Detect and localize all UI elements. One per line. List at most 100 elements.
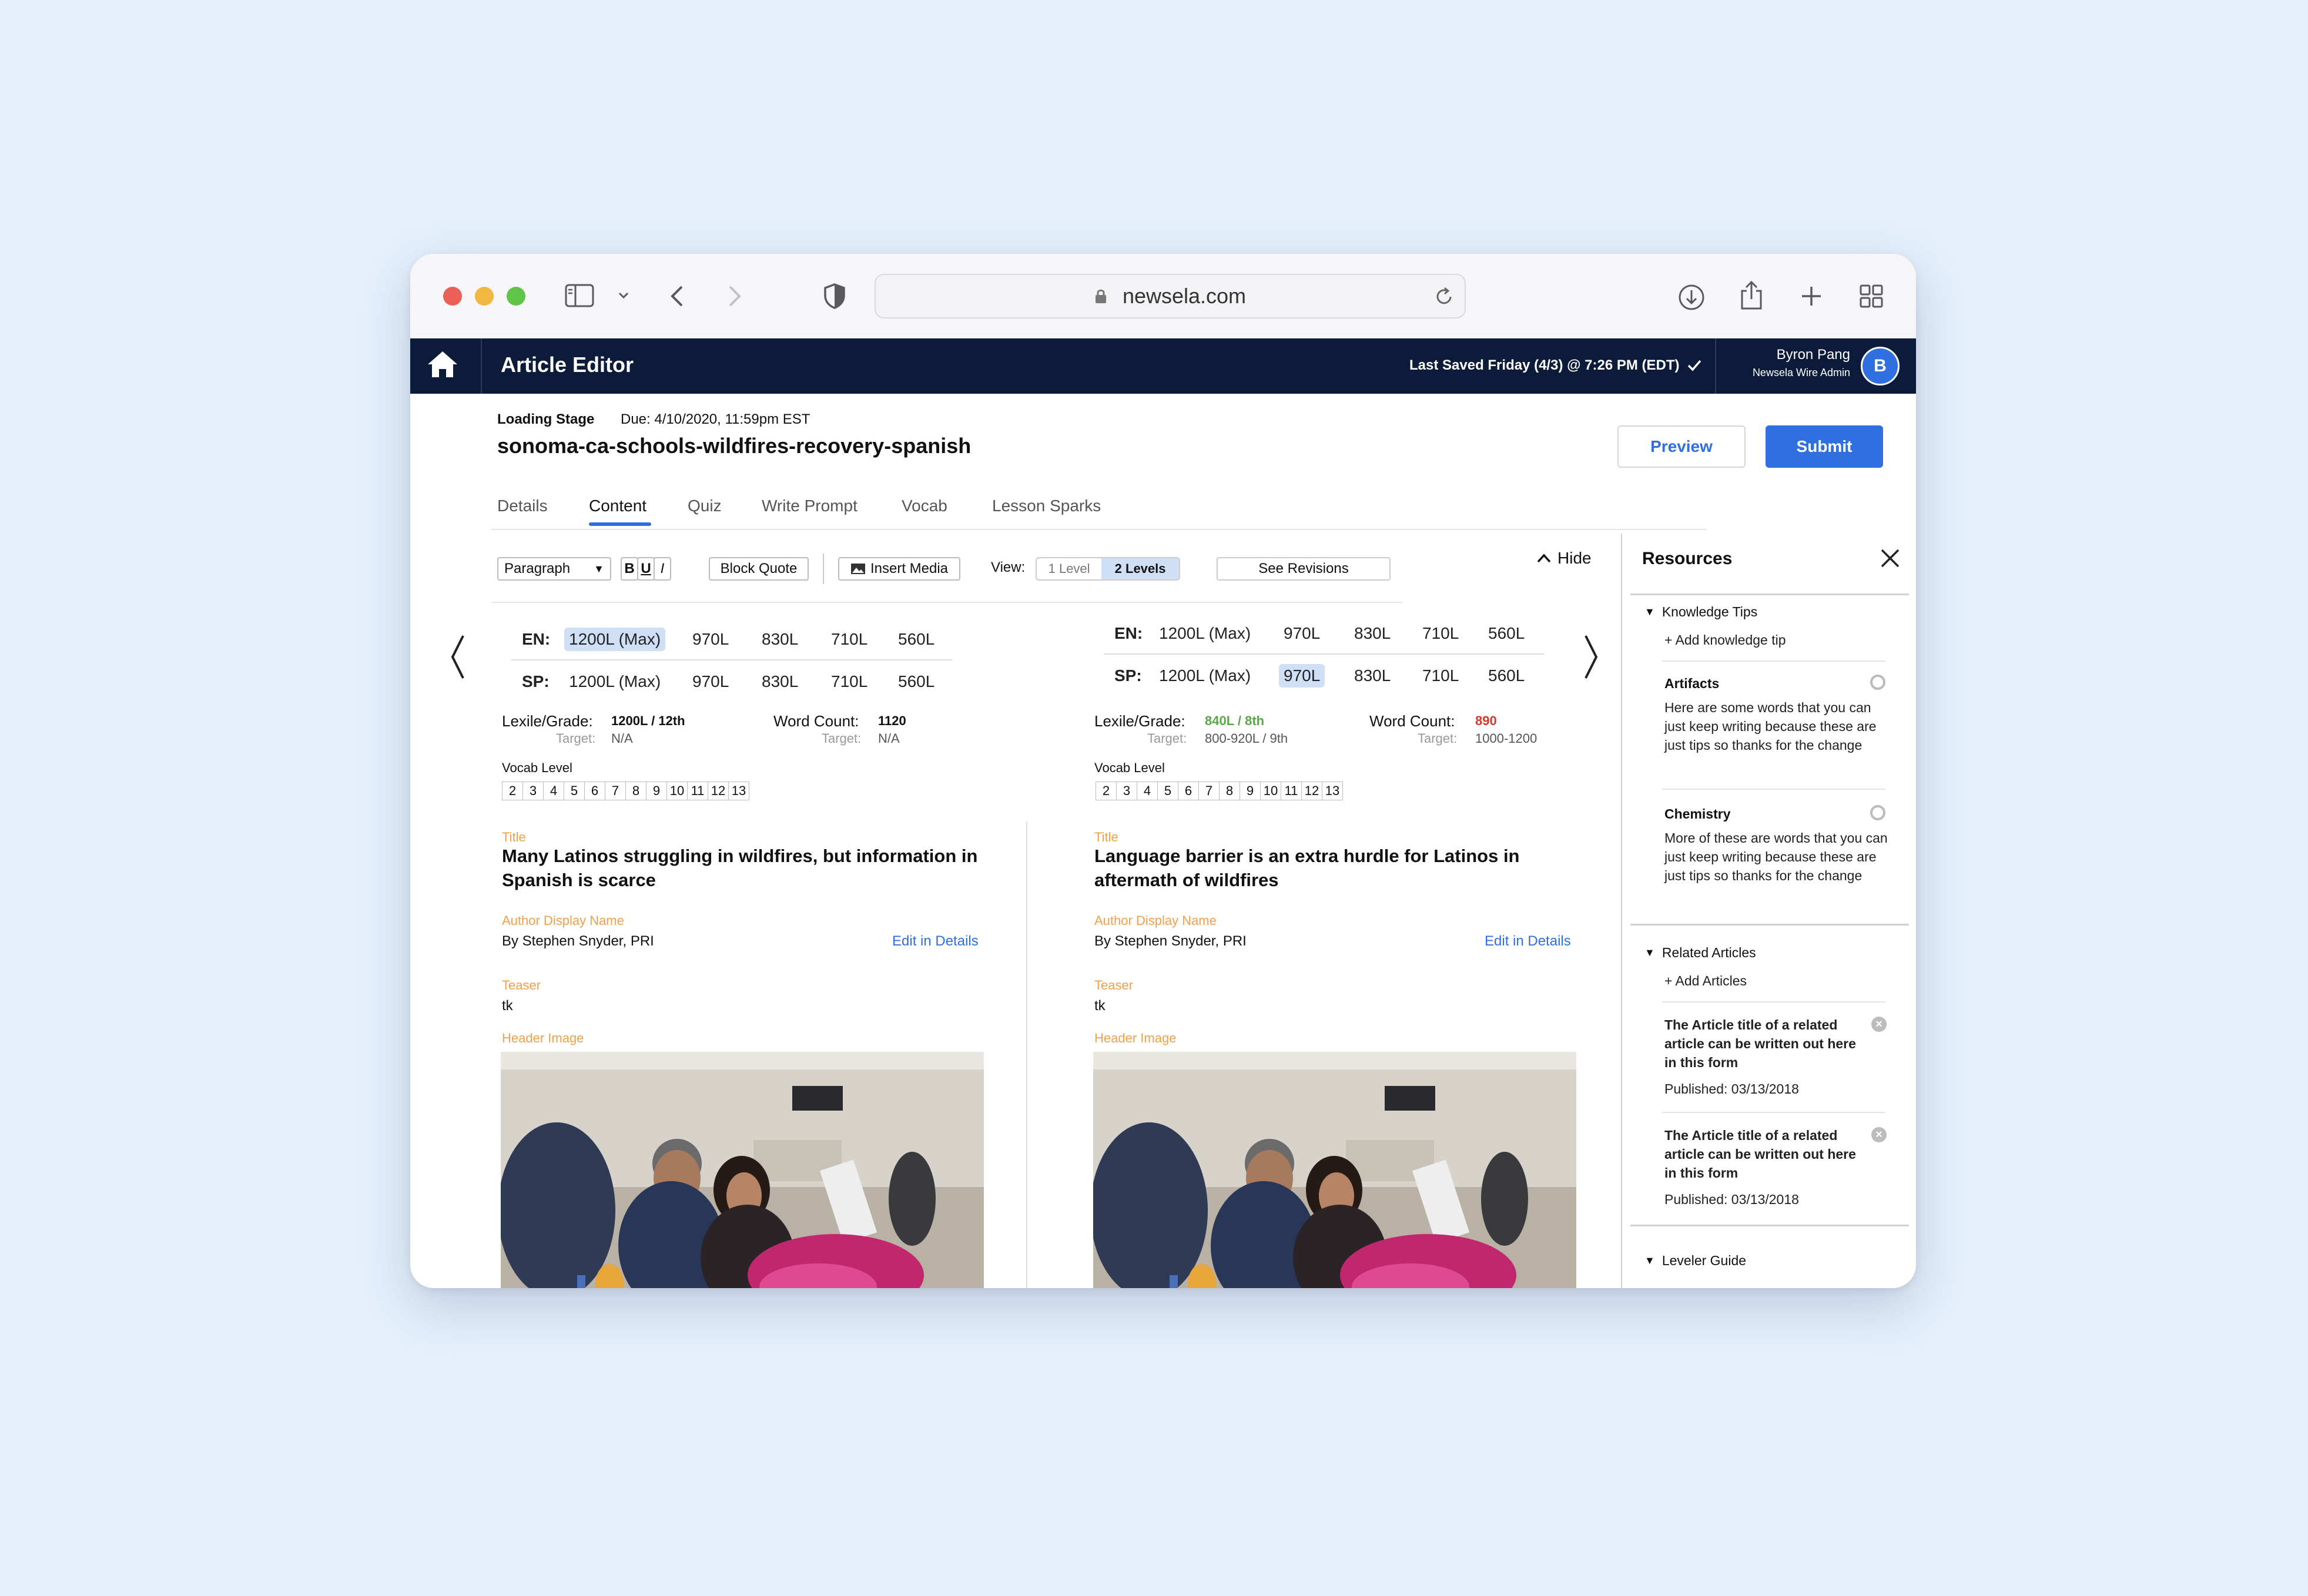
vocab-level-option[interactable]: 4	[1137, 782, 1158, 800]
shield-icon[interactable]	[822, 282, 848, 310]
tab-details[interactable]: Details	[497, 497, 548, 515]
level-option[interactable]: 970L	[692, 672, 729, 691]
tab-content[interactable]: Content	[589, 497, 646, 515]
remove-article-icon[interactable]: ×	[1871, 1017, 1887, 1032]
previous-level-arrow-icon[interactable]	[449, 633, 465, 683]
download-icon[interactable]	[1677, 283, 1706, 311]
vocab-level-option[interactable]: 12	[1301, 782, 1322, 800]
level-option[interactable]: 710L	[831, 630, 867, 649]
chevron-down-icon[interactable]	[617, 289, 630, 302]
level-option[interactable]: 830L	[1354, 624, 1391, 643]
tab-quiz[interactable]: Quiz	[688, 497, 722, 515]
vocab-level-option[interactable]: 7	[605, 782, 626, 800]
vocab-level-option[interactable]: 4	[543, 782, 564, 800]
reload-icon[interactable]	[1434, 287, 1454, 307]
level-option[interactable]: 1200L (Max)	[564, 628, 666, 651]
related-articles-header[interactable]: ▼ Related Articles	[1644, 945, 1756, 961]
level-option[interactable]: 970L	[692, 630, 729, 649]
level-option[interactable]: 560L	[1488, 666, 1525, 685]
remove-article-icon[interactable]: ×	[1871, 1127, 1887, 1142]
next-level-arrow-icon[interactable]	[1583, 633, 1600, 683]
insert-media-button[interactable]: Insert Media	[838, 557, 960, 581]
edit-in-details-link[interactable]: Edit in Details	[892, 933, 979, 950]
vocab-level-option[interactable]: 8	[1219, 782, 1240, 800]
share-icon[interactable]	[1738, 280, 1764, 311]
vocab-level-option[interactable]: 6	[584, 782, 605, 800]
gear-icon[interactable]	[1870, 675, 1885, 690]
add-articles-link[interactable]: + Add Articles	[1664, 973, 1747, 989]
tab-write-prompt[interactable]: Write Prompt	[762, 497, 857, 515]
article-title[interactable]: Many Latinos struggling in wildfires, bu…	[502, 844, 984, 892]
vocab-level-option[interactable]: 3	[522, 782, 544, 800]
vocab-level-option[interactable]: 7	[1198, 782, 1220, 800]
level-option[interactable]: 1200L (Max)	[1159, 666, 1251, 685]
add-knowledge-tip-link[interactable]: + Add knowledge tip	[1664, 632, 1786, 648]
article-title[interactable]: Language barrier is an extra hurdle for …	[1094, 844, 1576, 892]
level-option[interactable]: 560L	[1488, 624, 1525, 643]
vocab-level-option[interactable]: 5	[1157, 782, 1178, 800]
teaser-text[interactable]: tk	[502, 998, 513, 1014]
vocab-level-option[interactable]: 13	[728, 782, 749, 800]
related-article-title[interactable]: The Article title of a related article c…	[1664, 1126, 1864, 1182]
avatar[interactable]: B	[1861, 347, 1900, 385]
gear-icon[interactable]	[1870, 805, 1885, 820]
vocab-level-option[interactable]: 9	[646, 782, 667, 800]
level-option[interactable]: 710L	[831, 672, 867, 691]
header-image[interactable]	[1093, 1052, 1576, 1288]
italic-button[interactable]: I	[654, 557, 671, 581]
level-option[interactable]: 710L	[1422, 624, 1459, 643]
back-icon[interactable]	[666, 283, 688, 309]
paragraph-select[interactable]: Paragraph ▼	[497, 557, 611, 581]
vocab-level-option[interactable]: 8	[625, 782, 646, 800]
see-revisions-button[interactable]: See Revisions	[1217, 557, 1391, 581]
knowledge-tips-header[interactable]: ▼ Knowledge Tips	[1644, 604, 1757, 620]
underline-button[interactable]: U	[637, 557, 655, 581]
vocab-level-option[interactable]: 3	[1116, 782, 1137, 800]
view-2-levels-button[interactable]: 2 Levels	[1101, 558, 1179, 579]
tab-vocab[interactable]: Vocab	[902, 497, 947, 515]
vocab-level-option[interactable]: 10	[1260, 782, 1281, 800]
forward-icon[interactable]	[724, 283, 745, 309]
teaser-text[interactable]: tk	[1094, 998, 1106, 1014]
block-quote-button[interactable]: Block Quote	[709, 557, 809, 581]
related-article-title[interactable]: The Article title of a related article c…	[1664, 1015, 1864, 1072]
vocab-level-option[interactable]: 12	[708, 782, 729, 800]
level-option[interactable]: 710L	[1422, 666, 1459, 685]
level-option[interactable]: 970L	[1284, 624, 1320, 643]
header-image[interactable]	[501, 1052, 984, 1288]
address-bar[interactable]: newsela.com	[875, 274, 1466, 318]
home-icon[interactable]	[426, 349, 460, 383]
level-option[interactable]: 970L	[1279, 664, 1325, 688]
vocab-level-option[interactable]: 2	[1096, 782, 1117, 800]
bold-button[interactable]: B	[621, 557, 638, 581]
leveler-guide-header[interactable]: ▼ Leveler Guide	[1644, 1253, 1746, 1269]
vocab-level-option[interactable]: 2	[502, 782, 523, 800]
level-option[interactable]: 560L	[898, 630, 934, 649]
vocab-level-option[interactable]: 6	[1178, 782, 1199, 800]
close-window-icon[interactable]	[443, 287, 462, 306]
vocab-level-option[interactable]: 13	[1322, 782, 1343, 800]
level-option[interactable]: 830L	[762, 672, 798, 691]
zoom-window-icon[interactable]	[507, 287, 525, 306]
tab-lesson-sparks[interactable]: Lesson Sparks	[992, 497, 1101, 515]
preview-button[interactable]: Preview	[1617, 425, 1746, 468]
vocab-level-option[interactable]: 11	[687, 782, 708, 800]
vocab-level-option[interactable]: 10	[666, 782, 688, 800]
minimize-window-icon[interactable]	[475, 287, 494, 306]
vocab-level-option[interactable]: 9	[1240, 782, 1261, 800]
level-option[interactable]: 830L	[762, 630, 798, 649]
edit-in-details-link[interactable]: Edit in Details	[1485, 933, 1571, 950]
submit-button[interactable]: Submit	[1766, 425, 1883, 468]
vocab-level-option[interactable]: 5	[564, 782, 585, 800]
level-option[interactable]: 830L	[1354, 666, 1391, 685]
sidebar-icon[interactable]	[564, 283, 595, 308]
hide-toggle[interactable]: Hide	[1536, 549, 1592, 568]
new-tab-icon[interactable]	[1800, 284, 1823, 308]
close-icon[interactable]	[1880, 548, 1901, 572]
vocab-level-option[interactable]: 11	[1281, 782, 1302, 800]
level-option[interactable]: 1200L (Max)	[1159, 624, 1251, 643]
tab-overview-icon[interactable]	[1858, 283, 1884, 309]
level-option[interactable]: 1200L (Max)	[569, 672, 661, 691]
level-option[interactable]: 560L	[898, 672, 934, 691]
view-1-level-button[interactable]: 1 Level	[1037, 558, 1101, 579]
